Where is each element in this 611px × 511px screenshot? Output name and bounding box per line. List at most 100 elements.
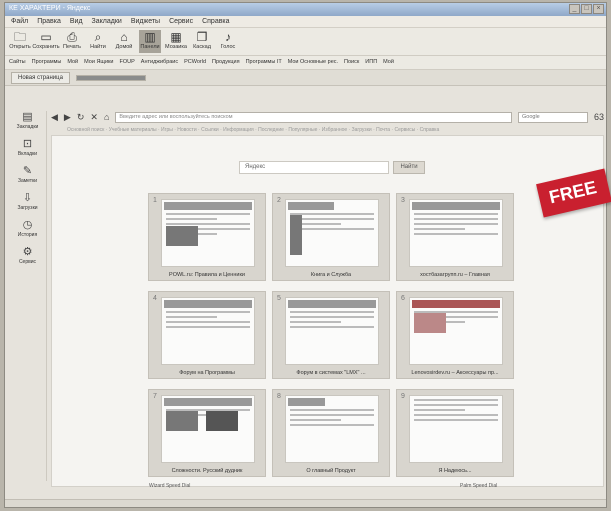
- speed-dial-tile-7[interactable]: 7 Сложности. Русский дудник: [148, 389, 266, 477]
- bookmark-item[interactable]: Программы IT: [246, 59, 282, 66]
- panels-button[interactable]: ▥ Панели: [139, 30, 161, 53]
- history-icon: ◷: [22, 219, 33, 231]
- home-button[interactable]: ⌂ Домой: [113, 30, 135, 53]
- bookmark-item[interactable]: FOUP: [120, 59, 135, 66]
- sidebar-item-label: Заметки: [17, 178, 38, 184]
- sidebar-item-tabs[interactable]: ⊡ Вкладки: [9, 138, 46, 157]
- menu-tools[interactable]: Сервис: [169, 18, 193, 25]
- reload-icon[interactable]: ↻: [77, 112, 85, 123]
- save-button[interactable]: ▭ Сохранить: [32, 30, 60, 53]
- find-button[interactable]: ⌕ Найти: [87, 30, 109, 53]
- zoom-readout: 63: [593, 112, 604, 122]
- tile-caption: Lenovosirdev.ru – Аксессуары пр...: [411, 370, 499, 376]
- stop-icon[interactable]: ✕: [90, 112, 98, 123]
- tile-caption: хостбазагрупп.ru – Главная: [420, 272, 490, 278]
- forward-icon[interactable]: ▶: [64, 112, 71, 123]
- browser-window: КЕ ХАРАКТЕРИ - Яндекс _ □ × Файл Правка …: [4, 2, 611, 508]
- footer-note-right: Palm Speed Dial: [460, 483, 498, 489]
- sidebar-item-bookmarks[interactable]: ▤ Закладки: [9, 111, 46, 130]
- tile-thumbnail: [285, 199, 379, 267]
- bookmark-item[interactable]: Мой: [383, 59, 394, 66]
- bookmark-item[interactable]: Мои Ящики: [84, 59, 113, 66]
- tile-label: Мозаика: [165, 44, 187, 50]
- tile-caption: Сложности. Русский дудник: [171, 468, 243, 474]
- speed-dial-tile-3[interactable]: 3 хостбазагрупп.ru – Главная: [396, 193, 514, 281]
- bookmark-item[interactable]: Продукция: [212, 59, 240, 66]
- tile-number: 8: [277, 393, 281, 400]
- home-nav-icon[interactable]: ⌂: [104, 112, 109, 122]
- print-icon: ⎙: [67, 30, 77, 44]
- open-button[interactable]: 🗀 Открыть: [9, 30, 31, 53]
- bookmark-item[interactable]: ИПП: [365, 59, 377, 66]
- find-icon: ⌕: [94, 30, 102, 44]
- close-button[interactable]: ×: [593, 4, 604, 14]
- sidebar-item-tools[interactable]: ⚙ Сервис: [9, 246, 46, 265]
- menu-edit[interactable]: Правка: [37, 18, 61, 25]
- window-title: КЕ ХАРАКТЕРИ - Яндекс: [9, 5, 91, 12]
- open-label: Открыть: [9, 44, 31, 50]
- maximize-button[interactable]: □: [581, 4, 592, 14]
- voice-icon: ♪: [225, 30, 231, 44]
- tab-new-page[interactable]: Новая страница: [11, 71, 70, 84]
- bookmark-item[interactable]: Сайты: [9, 59, 26, 66]
- print-button[interactable]: ⎙ Печать: [61, 30, 83, 53]
- tab-bar: Новая страница: [5, 70, 606, 86]
- speed-dial-tile-5[interactable]: 5 Форум в системах "LMX" ...: [272, 291, 390, 379]
- save-label: Сохранить: [32, 44, 60, 50]
- tile-number: 3: [401, 197, 405, 204]
- voice-button[interactable]: ♪ Голос: [217, 30, 239, 53]
- tile-thumbnail: [285, 297, 379, 365]
- bookmark-item[interactable]: PCWorld: [184, 59, 206, 66]
- sidebar-item-label: Сервис: [18, 259, 37, 265]
- tile-thumbnail: [161, 199, 255, 267]
- speed-dial-tile-4[interactable]: 4 Форум на Программы: [148, 291, 266, 379]
- grid-icon: ▦: [170, 30, 182, 44]
- sidebar-item-notes[interactable]: ✎ Заметки: [9, 165, 46, 184]
- speed-dial-tile-6[interactable]: 6 Lenovosirdev.ru – Аксессуары пр...: [396, 291, 514, 379]
- bookmark-item[interactable]: Антиджибраис: [141, 59, 178, 66]
- menu-view[interactable]: Вид: [70, 18, 83, 25]
- bookmark-item[interactable]: Поиск: [344, 59, 359, 66]
- print-label: Печать: [62, 44, 82, 50]
- menu-widgets[interactable]: Виджеты: [131, 18, 160, 25]
- speed-dial-tile-9[interactable]: 9 Я Надеюсь...: [396, 389, 514, 477]
- free-banner: FREE: [536, 168, 611, 218]
- folder-icon: 🗀: [13, 30, 26, 44]
- menu-bookmarks[interactable]: Закладки: [92, 18, 122, 25]
- speed-dial-tile-8[interactable]: 8 О главный Продукт: [272, 389, 390, 477]
- speed-dial-search-input[interactable]: Яндекс: [239, 161, 389, 174]
- speed-dial-search-button[interactable]: Найти: [393, 161, 425, 174]
- speed-dial-tile-2[interactable]: 2 Книга и Служба: [272, 193, 390, 281]
- speed-dial-tile-1[interactable]: 1 POWL.ru: Правила и Ценники: [148, 193, 266, 281]
- tools-icon: ⚙: [22, 246, 33, 258]
- tile-number: 7: [153, 393, 157, 400]
- tile-caption: Я Надеюсь...: [438, 468, 472, 474]
- tile-caption: Книга и Служба: [310, 272, 352, 278]
- panels-label: Панели: [140, 44, 160, 50]
- download-icon: ⇩: [22, 192, 33, 204]
- title-bar: КЕ ХАРАКТЕРИ - Яндекс _ □ ×: [5, 3, 606, 16]
- back-icon[interactable]: ◀: [51, 112, 58, 123]
- tile-number: 5: [277, 295, 281, 302]
- address-input[interactable]: Введите адрес или воспользуйтесь поиском: [115, 111, 512, 123]
- save-icon: ▭: [40, 30, 52, 44]
- bookmark-item[interactable]: Программы: [32, 59, 62, 66]
- menu-file[interactable]: Файл: [11, 18, 28, 25]
- status-bar: [5, 499, 606, 507]
- notes-icon: ✎: [22, 165, 33, 177]
- minimize-button[interactable]: _: [569, 4, 580, 14]
- sidebar-item-history[interactable]: ◷ История: [9, 219, 46, 238]
- sidebar-item-downloads[interactable]: ⇩ Загрузки: [9, 192, 46, 211]
- search-input[interactable]: Google: [517, 111, 588, 123]
- tile-number: 1: [153, 197, 157, 204]
- tab-active[interactable]: [75, 74, 146, 81]
- bookmarks-icon: ▤: [22, 111, 33, 123]
- cascade-button[interactable]: ❐ Каскад: [191, 30, 213, 53]
- tile-caption: Форум на Программы: [179, 370, 235, 376]
- tile-button[interactable]: ▦ Мозаика: [165, 30, 187, 53]
- bookmark-item[interactable]: Мой: [67, 59, 78, 66]
- sidebar-item-label: Закладки: [16, 124, 39, 130]
- tabs-icon: ⊡: [22, 138, 33, 150]
- bookmark-item[interactable]: Мои Основные рес.: [288, 59, 338, 66]
- menu-help[interactable]: Справка: [202, 18, 229, 25]
